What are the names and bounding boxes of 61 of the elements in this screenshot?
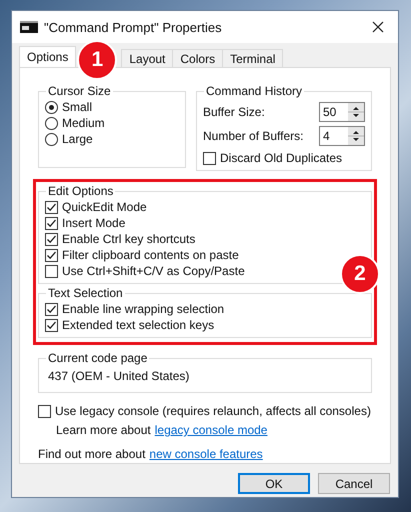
checkbox[interactable]	[203, 152, 216, 164]
spin-arrows-icon[interactable]	[348, 127, 364, 145]
radio-option[interactable]: Medium	[45, 115, 105, 131]
number-spinner[interactable]: 4	[319, 126, 365, 146]
checkbox-option[interactable]: Enable Ctrl key shortcuts	[45, 231, 196, 247]
tab[interactable]: Layout	[121, 49, 174, 67]
tab[interactable]: Options	[19, 46, 76, 67]
checkbox[interactable]	[45, 200, 58, 214]
group-title: Command History	[205, 84, 304, 98]
checkbox-option[interactable]: Enable line wrapping selection	[45, 301, 224, 317]
option-label: Use Ctrl+Shift+C/V as Copy/Paste	[62, 264, 245, 278]
command-prompt-icon	[20, 21, 38, 33]
group-title: Edit Options	[47, 184, 114, 198]
group-title: Cursor Size	[47, 84, 112, 98]
option-label: Filter clipboard contents on paste	[62, 248, 239, 262]
info-text: Learn more about	[56, 423, 151, 437]
option-label: Enable Ctrl key shortcuts	[62, 232, 196, 246]
legacy-console-link[interactable]: legacy console mode	[154, 423, 268, 437]
step-badge: 2	[340, 254, 380, 294]
group-title: Text Selection	[47, 286, 124, 300]
field-label: Number of Buffers:	[203, 129, 304, 143]
checkbox-option[interactable]: Filter clipboard contents on paste	[45, 247, 239, 263]
dialog-button[interactable]: OK	[238, 473, 310, 494]
option-label: Extended text selection keys	[62, 318, 214, 332]
radio-button[interactable]	[45, 100, 58, 114]
checkbox-option[interactable]: Discard Old Duplicates	[203, 150, 342, 166]
option-label: Enable line wrapping selection	[62, 302, 224, 316]
option-label: Large	[62, 132, 93, 146]
checkbox-option[interactable]: Insert Mode	[45, 215, 126, 231]
option-label: Discard Old Duplicates	[220, 151, 342, 165]
checkbox-option[interactable]: Use Ctrl+Shift+C/V as Copy/Paste	[45, 263, 245, 279]
radio-button[interactable]	[45, 132, 58, 146]
radio-option[interactable]: Large	[45, 131, 93, 147]
window-title: "Command Prompt" Properties	[44, 20, 223, 34]
checkbox[interactable]	[45, 302, 58, 316]
checkbox[interactable]	[45, 216, 58, 230]
console-features-link[interactable]: new console features	[149, 447, 263, 461]
option-label: QuickEdit Mode	[62, 200, 147, 214]
code-page-value: 437 (OEM - United States)	[47, 368, 190, 385]
option-label: Small	[62, 100, 92, 114]
checkbox-option[interactable]: Extended text selection keys	[45, 317, 214, 333]
checkbox[interactable]	[45, 248, 58, 262]
option-label: Insert Mode	[62, 216, 126, 230]
checkbox[interactable]	[45, 264, 58, 278]
option-label: Use legacy console (requires relaunch, affects all consoles)	[55, 404, 371, 418]
checkbox[interactable]	[45, 232, 58, 246]
field-label: Buffer Size:	[203, 105, 265, 119]
checkbox-option[interactable]: QuickEdit Mode	[45, 199, 147, 215]
spin-arrows-icon[interactable]	[348, 103, 364, 121]
group-title: Current code page	[47, 351, 148, 365]
checkbox-option[interactable]: Use legacy console (requires relaunch, affects all consoles)	[38, 403, 371, 419]
info-text: Find out more about	[38, 447, 146, 461]
tab[interactable]: Terminal	[222, 49, 284, 67]
number-spinner[interactable]: 50	[319, 102, 365, 122]
checkbox[interactable]	[38, 404, 51, 418]
dialog-button[interactable]: Cancel	[318, 473, 390, 494]
radio-button[interactable]	[45, 116, 58, 130]
option-label: Medium	[62, 116, 105, 130]
radio-option[interactable]: Small	[45, 99, 92, 115]
checkbox[interactable]	[45, 318, 58, 332]
close-icon[interactable]	[372, 21, 384, 33]
